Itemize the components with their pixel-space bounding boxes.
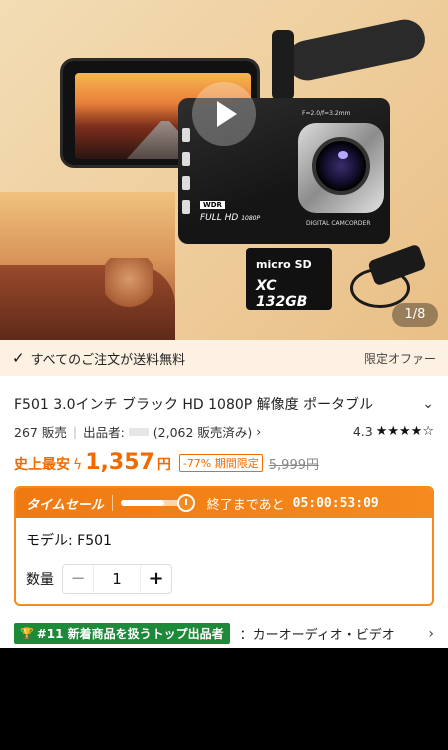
limited-offer-label: 限定オファー bbox=[363, 351, 436, 366]
lens bbox=[312, 137, 370, 195]
rank-category: ：カーオーディオ・ビデオ bbox=[239, 628, 395, 643]
plus-icon[interactable]: + bbox=[141, 565, 171, 593]
product-info: F501 3.0インチ ブラック HD 1080P 解像度 ポータブル ⌄ 26… bbox=[0, 376, 448, 648]
seller-rank-badge: 🏆 #11 新着商品を扱うトップ出品者 bbox=[14, 623, 230, 644]
original-price: 5,999円 bbox=[268, 458, 319, 473]
time-sale-label: タイムセール bbox=[26, 497, 104, 513]
wdr-label: WDR bbox=[200, 201, 225, 209]
divider: | bbox=[72, 424, 78, 439]
time-sale-header: タイムセール 終了まであと 05:00:53:09 bbox=[16, 488, 432, 518]
seller-rank-row[interactable]: 🏆 #11 新着商品を扱うトップ出品者 ：カーオーディオ・ビデオ › bbox=[14, 623, 434, 644]
aperture-label: F=2.0/f=3.2mm bbox=[302, 110, 351, 117]
ends-in-label: 終了まであと bbox=[206, 497, 285, 513]
price-row: 史上最安 ϟ 1,357 円 -77% 期間限定 5,999円 bbox=[14, 450, 434, 475]
time-sale-box: タイムセール 終了まであと 05:00:53:09 モデル: F501 数量 −… bbox=[14, 486, 434, 606]
product-image-carousel[interactable]: F=2.0/f=3.2mm DIGITAL CAMCORDER WDR FULL… bbox=[0, 0, 448, 340]
sd-card-image: micro SD XC 132GB bbox=[246, 248, 332, 310]
sold-count: 267 販売 bbox=[14, 425, 67, 440]
sale-progress-bar bbox=[120, 500, 183, 506]
lens-ring bbox=[298, 123, 384, 213]
current-price: 1,357 bbox=[85, 450, 155, 475]
free-shipping-banner[interactable]: ✓ すべてのご注文が送料無料 限定オファー bbox=[0, 340, 448, 376]
quantity-label: 数量 bbox=[26, 572, 54, 588]
minus-icon[interactable]: − bbox=[63, 565, 93, 593]
chevron-right-icon[interactable]: › bbox=[256, 424, 261, 439]
chevron-right-icon[interactable]: › bbox=[428, 626, 434, 642]
quantity-value[interactable]: 1 bbox=[93, 565, 141, 593]
quantity-stepper[interactable]: − 1 + bbox=[62, 564, 172, 594]
discount-badge: -77% 期間限定 bbox=[178, 453, 263, 472]
title-row[interactable]: F501 3.0インチ ブラック HD 1080P 解像度 ポータブル ⌄ bbox=[14, 394, 434, 414]
car-charger-image bbox=[340, 243, 430, 308]
lowest-price-tag: 史上最安 bbox=[14, 457, 70, 473]
fullhd-label: FULL HD 1080P bbox=[200, 213, 261, 223]
trophy-icon: 🏆 bbox=[20, 627, 34, 640]
chevron-down-icon[interactable]: ⌄ bbox=[422, 396, 434, 412]
model-label[interactable]: モデル: F501 bbox=[26, 530, 112, 550]
quantity-row: 数量 − 1 + bbox=[26, 564, 172, 594]
rating-value: 4.3 bbox=[352, 424, 373, 439]
countdown-timer: 05:00:53:09 bbox=[292, 495, 379, 511]
seller-logo[interactable] bbox=[128, 427, 149, 436]
sd-card-capacity: XC 132GB bbox=[256, 278, 308, 310]
meta-row: 267 販売 | 出品者: (2,062 販売済み) › 4.3 ★★★★☆ bbox=[14, 422, 434, 441]
image-counter: 1/8 bbox=[392, 303, 438, 327]
redacted-region bbox=[0, 648, 448, 750]
product-title: F501 3.0インチ ブラック HD 1080P 解像度 ポータブル bbox=[14, 397, 374, 413]
clock-icon bbox=[176, 494, 195, 512]
seller-label: 出品者: bbox=[83, 425, 125, 440]
lightning-icon: ϟ bbox=[73, 457, 83, 473]
seller-rank-text: #11 新着商品を扱うトップ出品者 bbox=[36, 627, 224, 641]
star-rating-icon: ★★★★☆ bbox=[375, 424, 434, 439]
seller-sales[interactable]: (2,062 販売済み) bbox=[153, 422, 253, 441]
rating[interactable]: 4.3 ★★★★☆ bbox=[353, 424, 434, 439]
check-icon: ✓ bbox=[12, 349, 25, 367]
lens-label: DIGITAL CAMCORDER bbox=[306, 220, 371, 227]
play-video-button[interactable] bbox=[192, 82, 256, 146]
price-currency: 円 bbox=[156, 457, 171, 473]
person-photo bbox=[105, 258, 153, 318]
sd-card-brand: micro SD bbox=[256, 258, 312, 271]
free-shipping-text: すべてのご注文が送料無料 bbox=[30, 352, 186, 368]
